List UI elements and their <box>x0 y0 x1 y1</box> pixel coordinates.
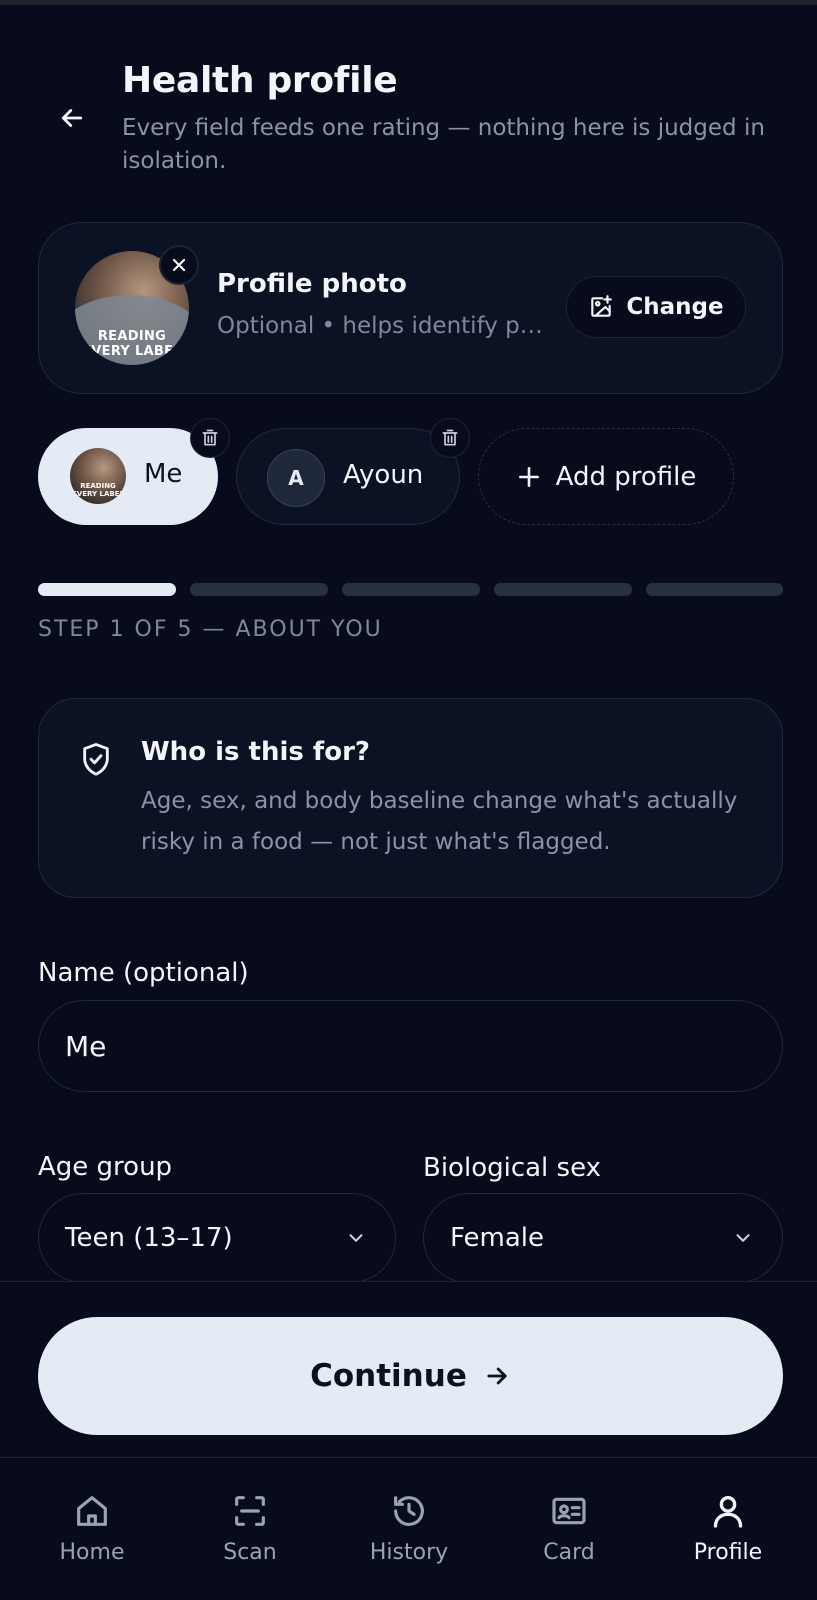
add-profile-button[interactable]: Add profile <box>478 428 734 525</box>
step-indicator-5 <box>646 583 783 596</box>
arrow-left-icon <box>61 109 83 127</box>
profile-photo-subtitle: Optional • helps identify pr... <box>217 313 547 339</box>
shield-check-icon <box>83 743 109 776</box>
close-icon <box>172 258 186 272</box>
chevron-down-icon <box>736 1234 750 1242</box>
step-label: STEP 1 OF 5 — ABOUT YOU <box>38 617 383 642</box>
info-card: Who is this for? Age, sex, and body base… <box>38 698 783 898</box>
age-group-label: Age group <box>38 1152 173 1182</box>
continue-label: Continue <box>310 1358 467 1394</box>
biological-sex-select[interactable]: Female <box>423 1193 783 1283</box>
plus-icon <box>518 466 539 487</box>
nav-label: Scan <box>223 1540 277 1565</box>
chevron-down-icon <box>349 1234 363 1242</box>
page-subtitle: Every field feeds one rating — nothing h… <box>122 115 765 174</box>
info-title: Who is this for? <box>141 737 370 767</box>
nav-item-scan[interactable]: Scan <box>190 1488 310 1565</box>
biological-sex-label: Biological sex <box>423 1153 602 1183</box>
arrow-right-icon <box>487 1367 507 1385</box>
photo-text: READING EVERY LABEL <box>82 329 182 359</box>
nav-label: Profile <box>693 1540 763 1565</box>
nav-label: Card <box>543 1540 595 1565</box>
delete-profile-me-button[interactable] <box>190 418 230 458</box>
scan-icon <box>235 1496 265 1526</box>
avatar-photo-text: READING EVERY LABEL <box>72 482 124 498</box>
avatar: READING EVERY LABEL <box>70 448 126 504</box>
step-indicator-1 <box>38 583 176 596</box>
age-group-value: Teen (13–17) <box>65 1223 233 1253</box>
change-photo-button[interactable]: Change <box>566 276 746 338</box>
biological-sex-value: Female <box>450 1223 545 1253</box>
nav-item-card[interactable]: Card <box>509 1488 629 1565</box>
profile-chip-label: Me <box>144 459 183 489</box>
continue-button[interactable]: Continue <box>38 1317 783 1435</box>
nav-item-history[interactable]: History <box>349 1488 469 1565</box>
trash-icon <box>202 429 218 446</box>
remove-photo-button[interactable] <box>159 245 199 285</box>
step-indicator-3 <box>342 583 480 596</box>
trash-icon <box>442 429 458 446</box>
profile-chip-ayoun[interactable]: A Ayoun <box>236 428 460 525</box>
profile-chip-label: Ayoun <box>343 460 424 490</box>
profile-photo-title: Profile photo <box>217 269 407 299</box>
info-body: Age, sex, and body baseline change what'… <box>141 788 738 855</box>
change-photo-label: Change <box>626 294 724 320</box>
page-title: Health profile <box>122 60 398 101</box>
step-indicator-2 <box>190 583 328 596</box>
avatar: A <box>267 449 325 507</box>
step-indicator-4 <box>494 583 632 596</box>
nav-item-profile[interactable]: Profile <box>668 1488 788 1565</box>
name-field[interactable]: Me <box>38 1000 783 1092</box>
profile-photo-card: READING EVERY LABEL Profile photo Option… <box>38 222 783 394</box>
nav-label: Home <box>59 1540 125 1565</box>
status-bar-line <box>0 0 817 5</box>
name-label: Name (optional) <box>38 958 249 988</box>
card-icon <box>552 1497 586 1525</box>
history-icon <box>394 1496 424 1526</box>
age-group-select[interactable]: Teen (13–17) <box>38 1193 396 1283</box>
image-plus-icon <box>591 295 613 317</box>
nav-item-home[interactable]: Home <box>32 1488 152 1565</box>
delete-profile-ayoun-button[interactable] <box>430 418 470 458</box>
bottom-nav: Home Scan History Card Profile <box>0 1457 817 1600</box>
home-icon <box>77 1496 107 1526</box>
nav-label: History <box>369 1540 449 1565</box>
profile-icon <box>713 1496 743 1528</box>
back-button[interactable] <box>50 96 94 140</box>
add-profile-label: Add profile <box>555 461 697 492</box>
